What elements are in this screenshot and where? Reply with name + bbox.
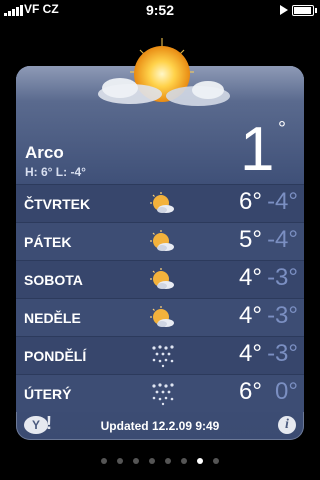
forecast-day: PONDĚLÍ [24,348,87,364]
high-low-today: H: 6° L: -4° [25,165,86,179]
forecast-high: 5° [239,226,262,253]
play-icon [280,5,288,15]
forecast-day: SOBOTA [24,272,83,288]
forecast-low: -3° [267,340,298,367]
forecast-day: PÁTEK [24,234,72,250]
forecast-high: 6° [239,188,262,215]
forecast-high: 4° [239,264,262,291]
battery-icon [292,5,317,16]
forecast-low: -3° [267,302,298,329]
forecast-low: -4° [267,226,298,253]
page-indicator[interactable] [0,458,320,464]
sun-cloud-icon [150,192,174,213]
sun-cloud-icon [150,268,174,289]
forecast-day: ÚTERÝ [24,386,72,402]
current-temperature: 1 [240,115,275,184]
page-dot[interactable] [117,458,123,464]
forecast-row: ČTVRTEK 6° -4° [16,184,304,222]
snow-icon [152,383,174,406]
forecast-high: 4° [239,302,262,329]
forecast-row: PONDĚLÍ 4° -3° [16,336,304,374]
page-dot[interactable] [181,458,187,464]
sun-cloud-icon [150,306,174,327]
page-dot[interactable] [149,458,155,464]
forecast-day: NEDĚLE [24,310,81,326]
forecast-low: -4° [267,188,298,215]
status-bar: VF CZ 9:52 [0,0,320,20]
snow-icon [152,345,174,368]
page-dot[interactable] [213,458,219,464]
forecast-row: PÁTEK 5° -4° [16,222,304,260]
card-footer: Y ! Updated 12.2.09 9:49 i [16,412,304,440]
info-button[interactable]: i [278,416,296,434]
page-dot-active[interactable] [197,458,203,464]
page-dot[interactable] [101,458,107,464]
forecast-row: ÚTERÝ 6° 0° [16,374,304,412]
city-name: Arco [25,143,64,162]
sun-cloud-icon [150,230,174,251]
page-dot[interactable] [165,458,171,464]
page-dot[interactable] [133,458,139,464]
degree-symbol: ° [278,118,286,140]
forecast-row: NEDĚLE 4° -3° [16,298,304,336]
forecast-low: -3° [267,264,298,291]
forecast-day: ČTVRTEK [24,196,91,212]
forecast-row: SOBOTA 4° -3° [16,260,304,298]
forecast-high: 4° [239,340,262,367]
forecast-low: 0° [275,378,298,405]
sun-cloud-header-icon [98,38,230,106]
forecast-list: ČTVRTEK 6° -4° PÁTEK 5° -4° SOBOTA 4° -3… [16,184,304,412]
forecast-high: 6° [239,378,262,405]
status-clock: 9:52 [145,2,175,18]
updated-timestamp: Updated 12.2.09 9:49 [100,419,220,433]
